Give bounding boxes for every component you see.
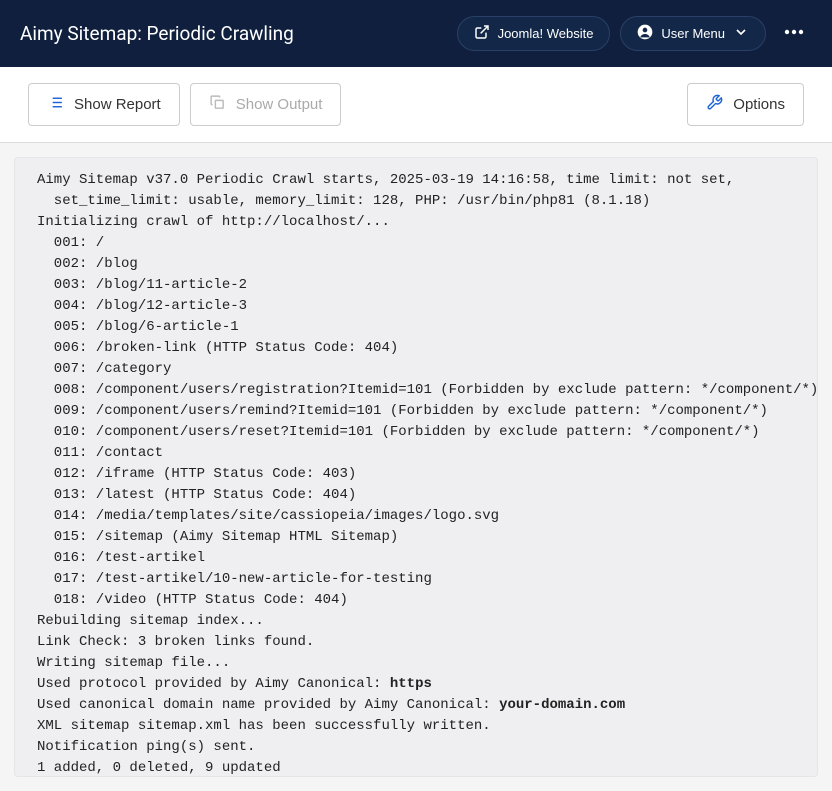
- more-horizontal-icon: [782, 20, 806, 48]
- user-icon: [637, 24, 653, 43]
- user-menu-label: User Menu: [661, 26, 725, 41]
- output-text-pre: Aimy Sitemap v37.0 Periodic Crawl starts…: [37, 172, 818, 692]
- wrench-icon: [706, 94, 723, 115]
- content-area: Aimy Sitemap v37.0 Periodic Crawl starts…: [0, 143, 832, 791]
- list-icon: [47, 94, 64, 115]
- options-label: Options: [733, 96, 785, 113]
- output-domain-bold: your-domain.com: [499, 697, 625, 713]
- output-text-mid: Used canonical domain name provided by A…: [37, 697, 499, 713]
- show-output-button[interactable]: Show Output: [190, 83, 342, 126]
- options-button[interactable]: Options: [687, 83, 804, 126]
- chevron-down-icon: [733, 24, 749, 43]
- app-header: Aimy Sitemap: Periodic Crawling Joomla! …: [0, 0, 832, 67]
- external-link-icon: [474, 24, 490, 43]
- joomla-website-button[interactable]: Joomla! Website: [457, 16, 611, 51]
- toolbar: Show Report Show Output Options: [0, 67, 832, 143]
- show-report-button[interactable]: Show Report: [28, 83, 180, 126]
- copy-icon: [209, 94, 226, 115]
- header-actions: Joomla! Website User Menu: [457, 14, 812, 54]
- page-title: Aimy Sitemap: Periodic Crawling: [20, 22, 294, 45]
- crawl-output: Aimy Sitemap v37.0 Periodic Crawl starts…: [14, 157, 818, 777]
- output-text-post: XML sitemap sitemap.xml has been success…: [37, 718, 491, 776]
- joomla-website-label: Joomla! Website: [498, 26, 594, 41]
- output-protocol-bold: https: [390, 676, 432, 692]
- show-report-label: Show Report: [74, 96, 161, 113]
- more-button[interactable]: [776, 14, 812, 54]
- show-output-label: Show Output: [236, 96, 323, 113]
- user-menu-button[interactable]: User Menu: [620, 16, 766, 51]
